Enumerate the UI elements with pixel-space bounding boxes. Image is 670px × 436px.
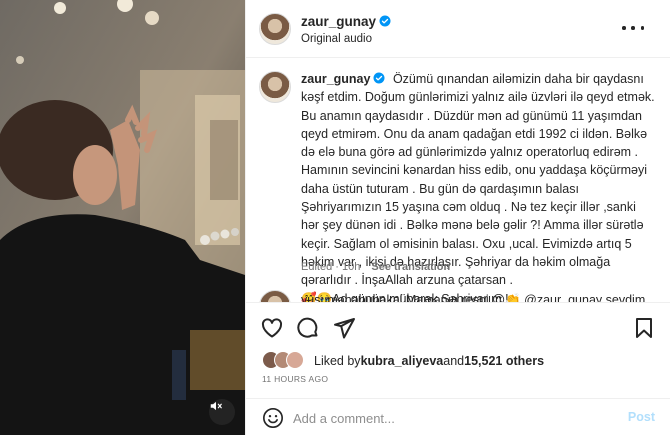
likes-and: and (443, 354, 465, 368)
smiley-icon[interactable] (262, 407, 284, 429)
add-comment-bar: Post (246, 398, 670, 436)
post-timestamp: 11 HOURS AGO (262, 374, 329, 384)
commenter-avatar[interactable] (259, 290, 291, 302)
caption-username[interactable]: zaur_gunay (301, 72, 385, 86)
comments-section: zaur_gunay Özümü qınandan ailəmizin daha… (246, 58, 670, 302)
comment-item: yusumanabubakal Mamanın respi 😍👏 @zaur_g… (259, 290, 659, 302)
bookmark-icon[interactable] (632, 316, 656, 340)
post-comment-button[interactable]: Post (628, 410, 655, 424)
comment-input[interactable] (293, 408, 613, 428)
author-username[interactable]: zaur_gunay (301, 14, 391, 29)
post-photo (0, 0, 245, 435)
see-translation-link[interactable]: See translation (371, 261, 450, 273)
more-options-button[interactable] (622, 18, 644, 38)
likes-summary: Liked by kubra_aliyeva and 15,521 others (262, 351, 544, 371)
liker-username[interactable]: kubra_aliyeva (361, 354, 444, 368)
likes-count-link[interactable]: 15,521 others (464, 354, 544, 368)
author-avatar[interactable] (259, 13, 291, 45)
edited-time: Edited · 10h (301, 261, 361, 273)
likes-prefix: Liked by (314, 354, 361, 368)
post-details-panel: zaur_gunay Original audio zaur_gunay Özü… (245, 0, 670, 435)
verified-badge-icon (379, 15, 391, 27)
liker-avatars (262, 351, 308, 371)
verified-badge-icon (373, 72, 385, 84)
comment-icon[interactable] (296, 316, 320, 340)
caption-avatar[interactable] (259, 71, 291, 103)
post-actions: Liked by kubra_aliyeva and 15,521 others… (246, 302, 670, 435)
post-dialog: zaur_gunay Original audio zaur_gunay Özü… (0, 0, 670, 435)
mute-icon (210, 401, 222, 411)
post-header: zaur_gunay Original audio (246, 0, 670, 58)
heart-icon[interactable] (260, 316, 284, 340)
comment-text: yusumanabubakal Mamanın respi 😍👏 @zaur_g… (301, 293, 646, 302)
caption-meta: Edited · 10h See translation (301, 261, 450, 273)
mute-button[interactable] (209, 399, 235, 425)
audio-link[interactable]: Original audio (301, 33, 372, 45)
caption-text: Özümü qınandan ailəmizin daha bir qaydas… (301, 72, 655, 288)
send-icon[interactable] (332, 316, 356, 340)
post-media[interactable] (0, 0, 245, 435)
